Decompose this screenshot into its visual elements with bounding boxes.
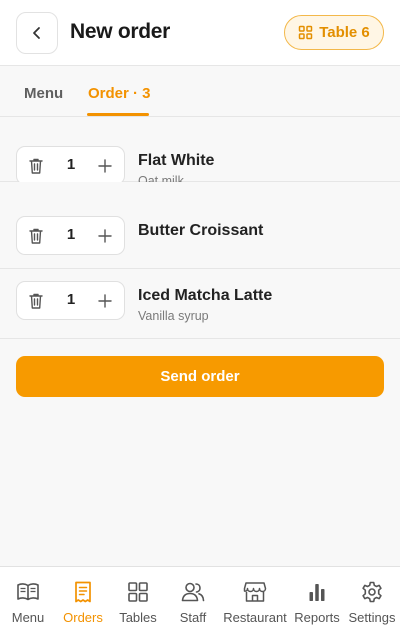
item-note: Vanilla syrup [138, 309, 209, 323]
item-name: Flat White [138, 152, 215, 169]
app-header: New order Table 6 [0, 0, 400, 66]
book-icon [17, 583, 39, 601]
quantity-value: 1 [66, 291, 76, 308]
plus-icon[interactable] [98, 159, 112, 173]
nav-label-reports: Reports [294, 610, 340, 625]
order-tabs: Menu Order · 3 [0, 66, 400, 117]
quantity-stepper: 1 [16, 281, 125, 320]
storefront-icon [243, 582, 267, 602]
tab-menu[interactable]: Menu [24, 85, 63, 102]
quantity-stepper: 1 [16, 146, 125, 185]
bar-chart-icon [309, 584, 325, 601]
receipt-icon [75, 581, 91, 603]
quantity-value: 1 [66, 226, 76, 243]
nav-label-orders: Orders [63, 610, 103, 625]
trash-icon[interactable] [28, 292, 44, 310]
nav-item-menu[interactable]: Menu [4, 567, 52, 636]
nav-item-orders[interactable]: Orders [58, 567, 108, 636]
chevron-left-icon [33, 27, 40, 39]
item-name: Butter Croissant [138, 222, 264, 239]
quantity-value: 1 [66, 156, 76, 173]
bottom-nav: Menu Orders Tables Staff Restaurant Repo… [0, 566, 400, 636]
nav-label-settings: Settings [348, 610, 396, 625]
nav-item-tables[interactable]: Tables [114, 567, 162, 636]
nav-item-staff[interactable]: Staff [170, 567, 216, 636]
nav-label-restaurant: Restaurant [223, 610, 287, 625]
nav-label-staff: Staff [179, 610, 207, 625]
nav-item-settings[interactable]: Settings [346, 567, 398, 636]
quantity-stepper: 1 [16, 216, 125, 255]
order-item: 1 Butter Croissant [0, 204, 400, 269]
tab-order[interactable]: Order · 3 [88, 85, 151, 102]
order-item: 1 Flat White Oat milk [0, 117, 400, 188]
item-name: Iced Matcha Latte [138, 287, 273, 304]
plus-icon[interactable] [98, 294, 112, 308]
gear-icon [362, 581, 382, 603]
order-row-spacer [0, 182, 400, 204]
send-order-button[interactable]: Send order [16, 356, 384, 397]
grid-icon [298, 25, 313, 40]
back-button[interactable] [16, 12, 58, 54]
plus-icon[interactable] [98, 229, 112, 243]
nav-label-menu: Menu [11, 610, 45, 625]
table-chip-button[interactable]: Table 6 [284, 15, 384, 50]
trash-icon[interactable] [28, 157, 44, 175]
nav-label-tables: Tables [119, 610, 157, 625]
grid-icon [128, 582, 148, 602]
active-tab-indicator [87, 113, 149, 116]
trash-icon[interactable] [28, 227, 44, 245]
nav-item-reports[interactable]: Reports [292, 567, 342, 636]
table-chip-label: Table 6 [319, 24, 370, 41]
order-item: 1 Iced Matcha Latte Vanilla syrup [0, 269, 400, 339]
page-title: New order [70, 20, 170, 43]
nav-item-restaurant[interactable]: Restaurant [222, 567, 288, 636]
people-icon [181, 582, 205, 602]
